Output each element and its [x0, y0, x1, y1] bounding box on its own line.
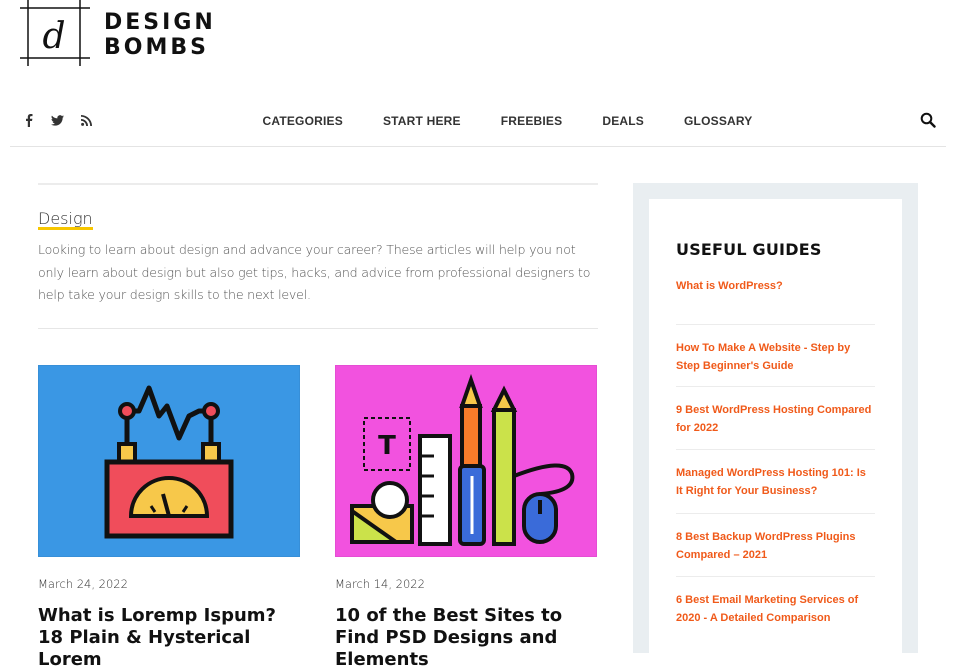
nav-item-start-here[interactable]: START HERE [383, 114, 461, 128]
content-top-rule [38, 183, 598, 185]
category-title-underline [38, 227, 93, 230]
guide-link[interactable]: Managed WordPress Hosting 101: Is It Rig… [676, 465, 875, 500]
post-date: March 24, 2022 [38, 577, 128, 591]
nav-item-glossary[interactable]: GLOSSARY [684, 114, 753, 128]
text-tool-glyph: T [378, 431, 396, 461]
post-thumbnail[interactable]: T [335, 365, 597, 557]
guide-link[interactable]: What is WordPress? [676, 278, 875, 296]
category-title-text: Design [38, 209, 93, 228]
content-mid-rule [38, 328, 598, 329]
list-item: What is WordPress? [676, 278, 875, 325]
logo-line-1: DESIGN [104, 10, 216, 35]
site-logo[interactable]: d DESIGN BOMBS [20, 0, 216, 66]
post-thumbnail[interactable] [38, 365, 300, 557]
logo-mark-letter: d [42, 16, 65, 57]
guide-link[interactable]: How To Make A Website - Step by Step Beg… [676, 340, 875, 375]
post-card: March 24, 2022 What is Loremp Ispum? 18 … [38, 365, 300, 671]
guide-link[interactable]: 6 Best Email Marketing Services of 2020 … [676, 592, 875, 627]
search-icon[interactable] [920, 112, 938, 130]
post-title[interactable]: 10 of the Best Sites to Find PSD Designs… [335, 605, 597, 671]
list-item: Managed WordPress Hosting 101: Is It Rig… [676, 450, 875, 514]
guide-link[interactable]: 9 Best WordPress Hosting Compared for 20… [676, 402, 875, 437]
logo-wordmark: DESIGN BOMBS [104, 10, 216, 60]
list-item: 8 Best Backup WordPress Plugins Compared… [676, 514, 875, 577]
category-title: Design [38, 209, 93, 230]
guides-list: What is WordPress? How To Make A Website… [676, 278, 875, 640]
list-item: 6 Best Email Marketing Services of 2020 … [676, 577, 875, 640]
logo-line-2: BOMBS [104, 35, 209, 60]
post-title[interactable]: What is Loremp Ispum? 18 Plain & Hysteri… [38, 605, 300, 671]
list-item: 9 Best WordPress Hosting Compared for 20… [676, 387, 875, 450]
design-tools-icon: T [350, 373, 575, 546]
widget-heading: USEFUL GUIDES [676, 240, 822, 259]
guide-link[interactable]: 8 Best Backup WordPress Plugins Compared… [676, 529, 875, 564]
gauge-device-icon [104, 385, 234, 539]
nav-divider [10, 146, 946, 147]
post-date: March 14, 2022 [335, 577, 425, 591]
list-item: How To Make A Website - Step by Step Beg… [676, 325, 875, 387]
logo-mark-icon: d [20, 0, 90, 66]
category-description: Looking to learn about design and advanc… [38, 242, 591, 302]
nav-item-deals[interactable]: DEALS [602, 114, 644, 128]
nav-item-freebies[interactable]: FREEBIES [501, 114, 563, 128]
nav-item-categories[interactable]: CATEGORIES [262, 114, 342, 128]
post-card: T March 14, 2022 10 of the Best Sites to… [335, 365, 597, 671]
useful-guides-widget: USEFUL GUIDES What is WordPress? How To … [649, 199, 902, 659]
sidebar: USEFUL GUIDES What is WordPress? How To … [633, 183, 918, 659]
main-nav: CATEGORIES START HERE FREEBIES DEALS GLO… [0, 114, 960, 128]
